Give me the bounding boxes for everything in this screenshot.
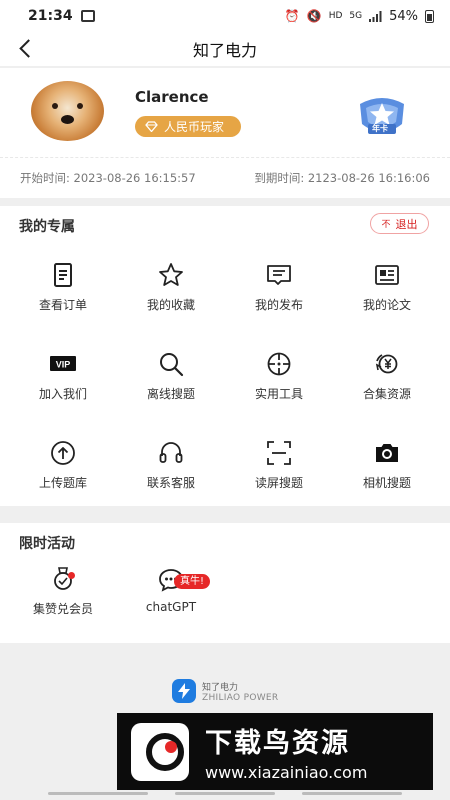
svg-text:VIP: VIP xyxy=(56,360,71,370)
exclusive-grid: 查看订单 我的收藏 我的发布 我的论文 VIP 加入我们 离线搜题 实用工具 合 xyxy=(9,248,441,515)
menu-item-screen-search[interactable]: 读屏搜题 xyxy=(225,426,333,515)
player-badge: 人民币玩家 xyxy=(135,116,241,137)
footer-brand: 知了电力 ZHILIAO POWER xyxy=(172,679,278,703)
divider xyxy=(0,157,450,158)
camera-icon xyxy=(376,444,398,462)
activity-label: 集赞兑会员 xyxy=(32,602,93,616)
hd-icon: HD xyxy=(328,11,343,21)
year-card-badge: 年卡 xyxy=(352,94,412,138)
notification-dot xyxy=(68,572,75,579)
menu-item-label: 我的发布 xyxy=(254,298,303,312)
menu-item-favorites[interactable]: 我的收藏 xyxy=(117,248,225,337)
exclusive-section: 我的专属 不 退出 查看订单 我的收藏 我的发布 我的论文 VIP 加入我们 离… xyxy=(0,206,450,506)
logout-icon: 不 xyxy=(381,220,391,230)
headset-icon xyxy=(159,442,183,463)
menu-item-label: 相机搜题 xyxy=(362,476,411,490)
nav-bar: 知了电力 xyxy=(0,32,450,66)
star-icon xyxy=(159,263,183,286)
watermark-url: www.xiazainiao.com xyxy=(205,763,368,782)
start-time: 开始时间: 2023-08-26 16:15:57 xyxy=(20,171,196,185)
menu-item-label: 我的论文 xyxy=(362,298,411,312)
activity-tag: 真牛! xyxy=(174,574,211,589)
year-card-label: 年卡 xyxy=(372,124,388,133)
menu-item-tools[interactable]: 实用工具 xyxy=(225,337,333,426)
activity-label: chatGPT xyxy=(145,600,197,614)
brand-cn: 知了电力 xyxy=(202,682,239,693)
menu-item-label: 加入我们 xyxy=(38,387,87,401)
network-type: 5G xyxy=(349,11,363,21)
brand-en: ZHILIAO POWER xyxy=(202,692,279,703)
battery-icon xyxy=(425,9,434,23)
logout-label: 退出 xyxy=(395,217,418,231)
menu-item-label: 实用工具 xyxy=(254,387,303,401)
back-arrow-icon[interactable] xyxy=(16,36,36,60)
menu-item-label: 读屏搜题 xyxy=(254,476,303,490)
watermark-banner: 下载鸟资源 www.xiazainiao.com xyxy=(117,713,433,790)
activities-section: 限时活动 集赞兑会员 真牛! chatGPT xyxy=(0,523,450,643)
logout-button[interactable]: 不 退出 xyxy=(370,213,429,234)
page-title: 知了电力 xyxy=(192,41,257,60)
exclusive-title: 我的专属 xyxy=(19,219,75,235)
activity-chatgpt[interactable]: 真牛! chatGPT xyxy=(128,566,214,614)
gesture-bar xyxy=(0,790,450,800)
signal-icon xyxy=(369,10,382,22)
menu-item-label: 查看订单 xyxy=(38,298,87,312)
username: Clarence xyxy=(135,88,209,106)
status-bar: 21:34 ⏰ 🔇 HD 5G 54% xyxy=(0,0,450,32)
order-icon xyxy=(54,263,72,287)
menu-item-collections[interactable]: 合集资源 xyxy=(333,337,441,426)
menu-item-camera-search[interactable]: 相机搜题 xyxy=(333,426,441,515)
menu-item-support[interactable]: 联系客服 xyxy=(117,426,225,515)
menu-item-label: 合集资源 xyxy=(362,387,411,401)
vip-icon: VIP xyxy=(50,356,76,371)
membership-dates: 开始时间: 2023-08-26 16:15:57 到期时间: 2123-08-… xyxy=(20,170,430,186)
menu-item-join-us[interactable]: VIP 加入我们 xyxy=(9,337,117,426)
menu-item-offline-search[interactable]: 离线搜题 xyxy=(117,337,225,426)
menu-item-upload[interactable]: 上传题库 xyxy=(9,426,117,515)
scan-icon xyxy=(267,441,291,465)
profile-card: Clarence 人民币玩家 年卡 开始时间: 2023-08-26 16:15… xyxy=(0,68,450,198)
menu-item-label: 上传题库 xyxy=(38,476,87,490)
menu-item-papers[interactable]: 我的论文 xyxy=(333,248,441,337)
yuan-refresh-icon xyxy=(375,354,398,374)
message-icon xyxy=(267,265,291,285)
status-time: 21:34 xyxy=(28,8,73,24)
menu-item-label: 离线搜题 xyxy=(146,387,195,401)
activities-title: 限时活动 xyxy=(19,536,75,552)
avatar[interactable] xyxy=(31,81,104,141)
activity-collect-likes[interactable]: 集赞兑会员 xyxy=(20,566,106,617)
menu-item-posts[interactable]: 我的发布 xyxy=(225,248,333,337)
player-badge-label: 人民币玩家 xyxy=(164,120,225,134)
battery-level: 54% xyxy=(389,8,418,24)
search-icon xyxy=(160,353,184,377)
menu-item-label: 联系客服 xyxy=(146,476,195,490)
end-time: 到期时间: 2123-08-26 16:16:06 xyxy=(254,171,430,185)
menu-item-orders[interactable]: 查看订单 xyxy=(9,248,117,337)
medal-icon xyxy=(54,567,72,590)
newspaper-icon xyxy=(375,265,399,285)
watermark-title: 下载鸟资源 xyxy=(205,728,350,759)
upload-icon xyxy=(51,441,75,465)
bird-logo-icon xyxy=(131,722,189,781)
menu-item-label: 我的收藏 xyxy=(146,298,195,312)
gallery-icon xyxy=(80,10,95,22)
lightning-icon xyxy=(172,679,196,703)
crosshair-icon xyxy=(267,352,291,376)
mute-icon: 🔇 xyxy=(306,9,322,23)
alarm-icon: ⏰ xyxy=(284,9,300,23)
diamond-icon xyxy=(145,121,158,132)
